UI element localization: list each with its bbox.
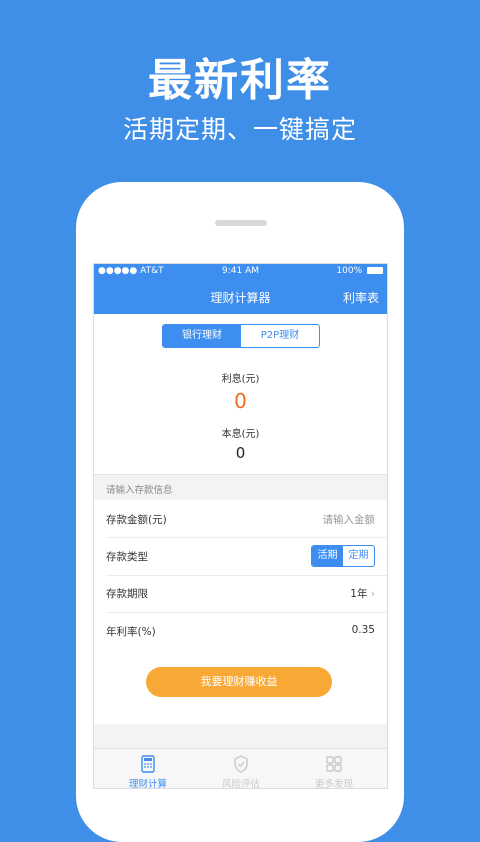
- promo-subtitle: 活期定期、一键搞定: [122, 115, 357, 144]
- rate-table-link[interactable]: 利率表: [343, 289, 379, 306]
- interest-value: 0: [234, 389, 247, 413]
- info-hint: 请输入存款信息: [106, 485, 173, 496]
- type-demand[interactable]: 活期: [312, 546, 343, 566]
- tab-more[interactable]: 更多发现: [285, 754, 383, 789]
- app-screen: ●●●●● AT&T 9:41 AM 100% 理财计算器 利率表 银行理财 P…: [93, 263, 388, 789]
- divider: [106, 537, 387, 538]
- battery-icon: [367, 267, 383, 274]
- amount-label: 存款金额(元): [106, 514, 167, 526]
- shield-icon: [234, 755, 248, 773]
- annual-rate-label: 年利率(%): [106, 626, 156, 638]
- result-panel: 银行理财 P2P理财 利息(元) 0 本息(元) 0: [94, 314, 387, 474]
- segment-bank[interactable]: 银行理财: [163, 325, 241, 347]
- tab-calculator[interactable]: 理财计算: [99, 754, 197, 789]
- tab-label: 风险评估: [221, 779, 260, 789]
- divider: [106, 575, 387, 576]
- product-segment[interactable]: 银行理财 P2P理财: [162, 324, 320, 348]
- grid-icon: [326, 756, 342, 772]
- battery-percent: 100%: [336, 266, 363, 276]
- deposit-type-toggle[interactable]: 活期 定期: [311, 545, 375, 567]
- type-fixed[interactable]: 定期: [343, 546, 374, 566]
- deposit-term-select[interactable]: 1年 ›: [350, 586, 375, 601]
- principal-interest-label: 本息(元): [221, 429, 260, 440]
- amount-input[interactable]: 请输入金额: [323, 512, 376, 527]
- bottom-tabbar: 理财计算 风险评估 更多发现: [94, 748, 387, 789]
- segment-p2p[interactable]: P2P理财: [241, 325, 319, 347]
- tab-label: 更多发现: [314, 779, 353, 789]
- phone-speaker: [215, 220, 267, 226]
- deposit-term-label: 存款期限: [106, 588, 148, 600]
- info-strip: 请输入存款信息: [94, 474, 387, 501]
- interest-label: 利息(元): [221, 374, 260, 385]
- divider: [106, 612, 387, 613]
- tab-label: 理财计算: [128, 779, 167, 789]
- promo-title: 最新利率: [148, 55, 332, 106]
- deposit-type-label: 存款类型: [106, 551, 148, 563]
- deposit-term-value: 1年: [350, 588, 368, 600]
- calculator-icon: [141, 755, 155, 773]
- principal-interest-value: 0: [235, 444, 246, 462]
- battery-status: 100%: [336, 266, 383, 278]
- tab-risk[interactable]: 风险评估: [192, 754, 290, 789]
- invest-button[interactable]: 我要理财赚收益: [146, 667, 332, 697]
- chevron-right-icon: ›: [370, 588, 375, 600]
- app-header: ●●●●● AT&T 9:41 AM 100% 理财计算器 利率表: [94, 264, 387, 314]
- annual-rate-value: 0.35: [351, 624, 375, 636]
